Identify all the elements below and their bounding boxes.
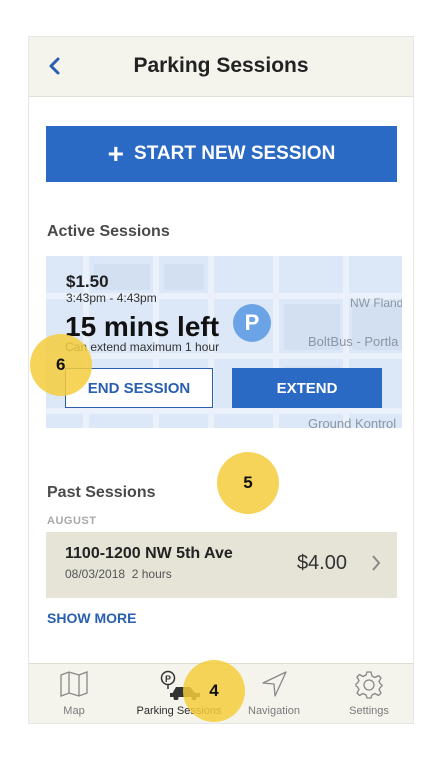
svg-text:P: P <box>165 674 171 684</box>
start-new-session-button[interactable]: + START NEW SESSION <box>46 126 397 182</box>
start-new-session-label: START NEW SESSION <box>134 143 336 164</box>
annotation-marker-4: 4 <box>183 660 245 722</box>
time-remaining: 15 mins left <box>65 311 220 342</box>
tab-label: Settings <box>349 705 389 717</box>
active-sessions-heading: Active Sessions <box>47 223 170 240</box>
session-price: $1.50 <box>66 272 109 291</box>
navigation-arrow-icon <box>262 671 287 697</box>
chevron-right-icon <box>372 555 381 571</box>
tab-label: Navigation <box>248 705 300 717</box>
top-nav-bar: Parking Sessions <box>29 37 413 97</box>
active-session-card: P NW Flande BoltBus - Portla Ground Kont… <box>46 256 402 428</box>
session-amount: $4.00 <box>296 552 347 574</box>
plus-icon: + <box>107 138 125 169</box>
tab-label: Map <box>63 705 85 717</box>
session-time-range: 3:43pm - 4:43pm <box>66 291 157 305</box>
session-duration: 2 hours <box>131 567 172 581</box>
page-title: Parking Sessions <box>133 54 309 77</box>
past-session-row[interactable]: 1100-1200 NW 5th Ave 08/03/2018 2 hours … <box>46 532 397 598</box>
session-date: 08/03/2018 <box>65 567 126 581</box>
map-street-label: NW Flande <box>350 296 402 310</box>
past-sessions-heading: Past Sessions <box>47 484 156 501</box>
parking-pin-icon: P <box>233 304 271 342</box>
annotation-marker-6: 6 <box>30 334 92 396</box>
tab-settings[interactable]: Settings <box>334 664 404 723</box>
session-address: 1100-1200 NW 5th Ave <box>65 545 233 562</box>
map-icon <box>60 671 88 697</box>
tab-map[interactable]: Map <box>39 664 109 723</box>
show-more-link[interactable]: SHOW MORE <box>47 610 136 626</box>
tab-navigation[interactable]: Navigation <box>239 664 309 723</box>
month-label: AUGUST <box>47 515 97 527</box>
extend-button[interactable]: EXTEND <box>232 368 382 408</box>
session-meta: 08/03/2018 2 hours <box>65 567 172 581</box>
map-poi-label: BoltBus - Portla <box>308 334 399 349</box>
map-poi-label: Ground Kontrol <box>308 416 397 428</box>
annotation-marker-5: 5 <box>217 452 279 514</box>
gear-icon <box>355 671 383 699</box>
